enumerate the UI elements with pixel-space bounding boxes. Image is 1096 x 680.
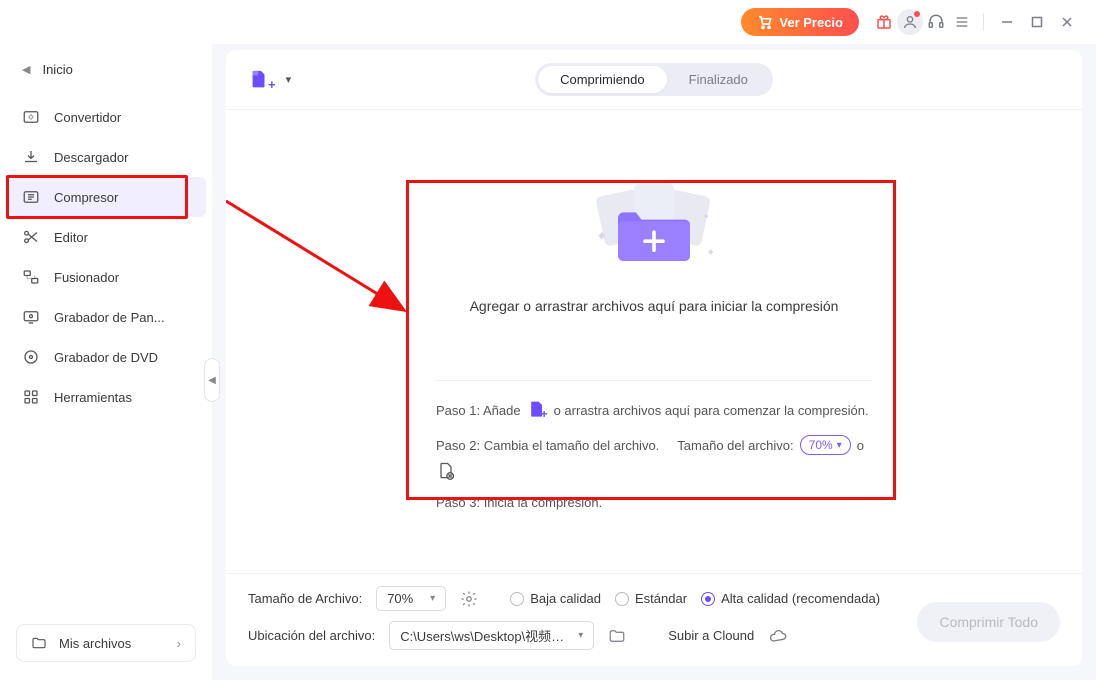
radio-high-quality[interactable]: Alta calidad (recomendada) bbox=[701, 591, 880, 606]
sidebar-item-grabador-pan[interactable]: Grabador de Pan... bbox=[10, 297, 206, 337]
sidebar-item-editor[interactable]: Editor bbox=[10, 217, 206, 257]
step-3-text: Paso 3: Inicia la compresión. bbox=[436, 495, 602, 510]
folder-illustration bbox=[564, 170, 744, 280]
tab-compressing[interactable]: Comprimiendo bbox=[538, 66, 667, 93]
main-area: + ▾ Comprimiendo Finalizado bbox=[212, 44, 1096, 680]
minimize-button[interactable] bbox=[992, 7, 1022, 37]
tab-label: Finalizado bbox=[689, 72, 748, 87]
drop-zone[interactable]: Agregar o arrastrar archivos aquí para i… bbox=[426, 170, 882, 314]
download-icon bbox=[22, 148, 40, 166]
my-files-button[interactable]: Mis archivos › bbox=[16, 624, 196, 662]
sidebar-item-label: Editor bbox=[54, 230, 88, 245]
sidebar-item-grabador-dvd[interactable]: Grabador de DVD bbox=[10, 337, 206, 377]
open-folder-icon[interactable] bbox=[608, 627, 626, 645]
step-2-or: o bbox=[857, 438, 864, 453]
upload-cloud-label: Subir a Clound bbox=[668, 628, 754, 643]
my-files-label: Mis archivos bbox=[59, 636, 131, 651]
step-1: Paso 1: Añade + o arrastra archivos aquí… bbox=[436, 399, 872, 421]
sidebar-item-label: Descargador bbox=[54, 150, 128, 165]
sidebar-item-label: Herramientas bbox=[54, 390, 132, 405]
panel-toolbar: + ▾ Comprimiendo Finalizado bbox=[226, 50, 1082, 110]
file-size-select[interactable]: 70% ▾ bbox=[376, 586, 446, 611]
chevron-down-icon: ▾ bbox=[430, 593, 435, 604]
compressor-icon bbox=[22, 188, 40, 206]
sidebar-home-label: Inicio bbox=[42, 62, 72, 77]
headset-icon[interactable] bbox=[923, 9, 949, 35]
disc-icon bbox=[22, 348, 40, 366]
file-size-value: 70% bbox=[387, 591, 413, 606]
plus-icon: + bbox=[268, 77, 276, 92]
compressor-panel: + ▾ Comprimiendo Finalizado bbox=[226, 50, 1082, 666]
sidebar-item-fusionador[interactable]: Fusionador bbox=[10, 257, 206, 297]
compress-all-label: Comprimir Todo bbox=[939, 614, 1038, 630]
radio-label: Alta calidad (recomendada) bbox=[721, 591, 880, 606]
chevron-right-icon: › bbox=[177, 636, 181, 651]
scissors-icon bbox=[22, 228, 40, 246]
step-2-percent-pill[interactable]: 70% ▾ bbox=[800, 435, 851, 455]
add-file-button[interactable]: + ▾ bbox=[248, 67, 291, 92]
file-location-value: C:\Users\ws\Desktop\视频图片 bbox=[400, 626, 570, 645]
tools-icon bbox=[22, 388, 40, 406]
sidebar-item-descargador[interactable]: Descargador bbox=[10, 137, 206, 177]
maximize-button[interactable] bbox=[1022, 7, 1052, 37]
add-file-icon[interactable]: + bbox=[527, 399, 548, 421]
merge-icon bbox=[22, 268, 40, 286]
step-2-text-b: Tamaño del archivo: bbox=[677, 438, 793, 453]
file-location-label: Ubicación del archivo: bbox=[248, 628, 375, 643]
radio-label: Baja calidad bbox=[530, 591, 601, 606]
file-gear-icon[interactable] bbox=[436, 461, 456, 481]
menu-icon[interactable] bbox=[949, 9, 975, 35]
step-2-percent-value: 70% bbox=[809, 438, 833, 452]
folder-icon bbox=[31, 635, 47, 651]
gift-icon[interactable] bbox=[871, 9, 897, 35]
sidebar-item-label: Fusionador bbox=[54, 270, 119, 285]
sidebar-item-label: Grabador de DVD bbox=[54, 350, 158, 365]
tabs: Comprimiendo Finalizado bbox=[535, 63, 773, 96]
radio-low-quality[interactable]: Baja calidad bbox=[510, 591, 601, 606]
step-2: Paso 2: Cambia el tamaño del archivo. Ta… bbox=[436, 435, 872, 481]
sidebar-item-herramientas[interactable]: Herramientas bbox=[10, 377, 206, 417]
compress-all-button[interactable]: Comprimir Todo bbox=[917, 602, 1060, 642]
sidebar-item-label: Compresor bbox=[54, 190, 118, 205]
cart-icon bbox=[757, 14, 773, 30]
file-size-label: Tamaño de Archivo: bbox=[248, 591, 362, 606]
annotation-arrow-icon bbox=[226, 195, 426, 325]
converter-icon bbox=[22, 108, 40, 126]
sidebar-item-compresor[interactable]: Compresor bbox=[10, 177, 206, 217]
settings-gear-icon[interactable] bbox=[460, 590, 478, 608]
titlebar: Ver Precio bbox=[0, 0, 1096, 44]
step-3: Paso 3: Inicia la compresión. bbox=[436, 495, 872, 510]
close-button[interactable] bbox=[1052, 7, 1082, 37]
sidebar-home[interactable]: ◀ Inicio bbox=[10, 54, 206, 85]
chevron-left-icon: ◀ bbox=[22, 63, 30, 76]
price-button[interactable]: Ver Precio bbox=[741, 8, 859, 36]
sidebar: ◀ Inicio Convertidor Descargador Compres… bbox=[0, 44, 212, 680]
steps: Paso 1: Añade + o arrastra archivos aquí… bbox=[436, 380, 872, 510]
tab-label: Comprimiendo bbox=[560, 72, 645, 87]
cloud-icon[interactable] bbox=[768, 626, 788, 646]
sidebar-item-label: Convertidor bbox=[54, 110, 121, 125]
screen-recorder-icon bbox=[22, 308, 40, 326]
user-avatar-icon[interactable] bbox=[897, 9, 923, 35]
sidebar-item-label: Grabador de Pan... bbox=[54, 310, 165, 325]
radio-label: Estándar bbox=[635, 591, 687, 606]
step-1-text-a: Paso 1: Añade bbox=[436, 403, 521, 418]
sidebar-item-convertidor[interactable]: Convertidor bbox=[10, 97, 206, 137]
radio-standard-quality[interactable]: Estándar bbox=[615, 591, 687, 606]
file-location-select[interactable]: C:\Users\ws\Desktop\视频图片 ▾ bbox=[389, 621, 594, 650]
step-1-text-b: o arrastra archivos aquí para comenzar l… bbox=[554, 403, 869, 418]
drop-zone-text: Agregar o arrastrar archivos aquí para i… bbox=[470, 298, 839, 314]
step-2-text-a: Paso 2: Cambia el tamaño del archivo. bbox=[436, 438, 659, 453]
chevron-down-icon: ▾ bbox=[578, 630, 583, 641]
price-button-label: Ver Precio bbox=[779, 15, 843, 30]
panel-bottom-bar: Tamaño de Archivo: 70% ▾ Baja calidad Es… bbox=[226, 573, 1082, 666]
tab-finished[interactable]: Finalizado bbox=[667, 66, 770, 93]
chevron-down-icon: ▾ bbox=[286, 73, 292, 86]
chevron-down-icon: ▾ bbox=[837, 440, 842, 451]
